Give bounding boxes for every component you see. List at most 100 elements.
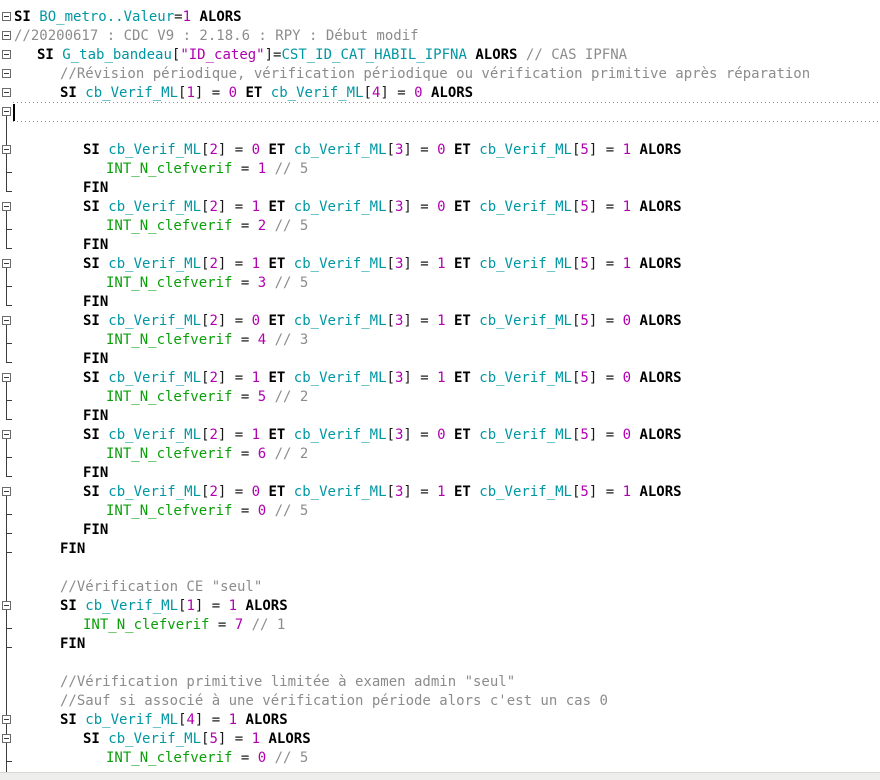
code-token: ] =	[403, 142, 437, 158]
fold-collapse-icon[interactable]	[2, 145, 11, 154]
code-line-25[interactable]: FIN	[0, 464, 880, 483]
code-line-15[interactable]: INT_N_clefverif = 3 // 5	[0, 274, 880, 293]
code-line-31[interactable]: //Vérification CE "seul"	[0, 578, 880, 597]
code-token: [	[387, 199, 395, 215]
code-line-22[interactable]: FIN	[0, 407, 880, 426]
fold-collapse-icon[interactable]	[2, 107, 11, 116]
code-token	[285, 484, 293, 500]
fold-collapse-icon[interactable]	[2, 373, 11, 382]
code-text: //Vérification primitive limitée à exame…	[60, 673, 515, 692]
fold-collapse-icon[interactable]	[2, 601, 11, 610]
code-line-10[interactable]: FIN	[0, 179, 880, 198]
code-token: cb_Verif_ML	[479, 199, 572, 215]
code-token: 7	[235, 617, 243, 633]
code-line-34[interactable]: FIN	[0, 635, 880, 654]
fold-collapse-icon[interactable]	[2, 69, 11, 78]
code-line-28[interactable]: FIN	[0, 521, 880, 540]
code-token: ALORS	[245, 598, 287, 614]
fold-collapse-icon[interactable]	[2, 430, 11, 439]
code-token: ] =	[589, 256, 623, 272]
code-line-39[interactable]: SI cb_Verif_ML[5] = 1 ALORS	[0, 730, 880, 749]
fold-guide-line	[6, 762, 7, 772]
code-line-33[interactable]: INT_N_clefverif = 7 // 1	[0, 616, 880, 635]
code-line-40[interactable]: INT_N_clefverif = 0 // 5	[0, 749, 880, 768]
code-token	[446, 199, 454, 215]
fold-end-line	[6, 515, 12, 534]
code-token: cb_Verif_ML	[294, 256, 387, 272]
code-token: ALORS	[431, 85, 473, 101]
code-text: FIN	[83, 521, 108, 540]
fold-collapse-icon[interactable]	[2, 734, 11, 743]
code-token: 0	[437, 142, 445, 158]
code-line-21[interactable]: INT_N_clefverif = 5 // 2	[0, 388, 880, 407]
code-line-30[interactable]	[0, 559, 880, 578]
code-line-24[interactable]: INT_N_clefverif = 6 // 2	[0, 445, 880, 464]
fold-collapse-icon[interactable]	[2, 12, 11, 21]
fold-collapse-icon[interactable]	[2, 487, 11, 496]
code-line-4[interactable]: //Révision périodique, vérification péri…	[0, 65, 880, 84]
code-line-27[interactable]: INT_N_clefverif = 0 // 5	[0, 502, 880, 521]
code-token: [	[387, 256, 395, 272]
code-token: // 5	[266, 750, 308, 766]
code-token: FIN	[83, 351, 108, 367]
fold-end-line	[6, 344, 12, 363]
code-line-36[interactable]: //Vérification primitive limitée à exame…	[0, 673, 880, 692]
code-token	[285, 256, 293, 272]
code-line-19[interactable]: FIN	[0, 350, 880, 369]
code-line-13[interactable]: FIN	[0, 236, 880, 255]
code-line-2[interactable]: //20200617 : CDC V9 : 2.18.6 : RPY : Déb…	[0, 27, 880, 46]
fold-collapse-icon[interactable]	[2, 316, 11, 325]
code-line-26[interactable]: SI cb_Verif_ML[2] = 0 ET cb_Verif_ML[3] …	[0, 483, 880, 502]
code-line-12[interactable]: INT_N_clefverif = 2 // 5	[0, 217, 880, 236]
code-line-35[interactable]	[0, 654, 880, 673]
code-line-38[interactable]: SI cb_Verif_ML[4] = 1 ALORS	[0, 711, 880, 730]
code-text: INT_N_clefverif = 6 // 2	[106, 445, 308, 464]
code-token: //20200617 : CDC V9 : 2.18.6 : RPY : Déb…	[14, 28, 419, 44]
fold-collapse-icon[interactable]	[2, 259, 11, 268]
code-token: ET	[268, 256, 285, 272]
code-line-11[interactable]: SI cb_Verif_ML[2] = 1 ET cb_Verif_ML[3] …	[0, 198, 880, 217]
code-line-23[interactable]: SI cb_Verif_ML[2] = 1 ET cb_Verif_ML[3] …	[0, 426, 880, 445]
code-line-32[interactable]: SI cb_Verif_ML[1] = 1 ALORS	[0, 597, 880, 616]
code-token: SI	[60, 598, 77, 614]
code-line-37[interactable]: //Sauf si associé à une vérification pér…	[0, 692, 880, 711]
code-line-5[interactable]: SI cb_Verif_ML[1] = 0 ET cb_Verif_ML[4] …	[0, 84, 880, 103]
code-token	[471, 142, 479, 158]
code-token: =	[232, 218, 257, 234]
code-token: =	[232, 389, 257, 405]
code-token: cb_Verif_ML	[479, 370, 572, 386]
fold-collapse-icon[interactable]	[2, 31, 11, 40]
fold-collapse-icon[interactable]	[2, 88, 11, 97]
code-editor[interactable]: SI BO_metro..Valeur=1 ALORS//20200617 : …	[0, 0, 880, 768]
code-line-14[interactable]: SI cb_Verif_ML[2] = 1 ET cb_Verif_ML[3] …	[0, 255, 880, 274]
code-token: ] =	[195, 85, 229, 101]
code-line-9[interactable]: INT_N_clefverif = 1 // 5	[0, 160, 880, 179]
code-line-17[interactable]: SI cb_Verif_ML[2] = 0 ET cb_Verif_ML[3] …	[0, 312, 880, 331]
fold-collapse-icon[interactable]	[2, 715, 11, 724]
code-line-20[interactable]: SI cb_Verif_ML[2] = 1 ET cb_Verif_ML[3] …	[0, 369, 880, 388]
fold-collapse-icon[interactable]	[2, 202, 11, 211]
code-line-16[interactable]: FIN	[0, 293, 880, 312]
code-line-7[interactable]	[0, 122, 880, 141]
fold-end-line	[6, 211, 12, 230]
fold-collapse-icon[interactable]	[2, 50, 11, 59]
code-token: SI	[83, 427, 100, 443]
code-text: //20200617 : CDC V9 : 2.18.6 : RPY : Déb…	[14, 27, 419, 46]
code-token: ] =	[218, 370, 252, 386]
code-token: INT_N_clefverif	[106, 389, 232, 405]
code-token: FIN	[83, 180, 108, 196]
horizontal-scrollbar-track[interactable]	[0, 772, 880, 780]
code-token: 4	[258, 332, 266, 348]
code-token: cb_Verif_ML	[479, 142, 572, 158]
code-line-1[interactable]: SI BO_metro..Valeur=1 ALORS	[0, 8, 880, 27]
code-token	[285, 427, 293, 443]
code-line-3[interactable]: SI G_tab_bandeau["ID_categ"]=CST_ID_CAT_…	[0, 46, 880, 65]
code-line-8[interactable]: SI cb_Verif_ML[2] = 0 ET cb_Verif_ML[3] …	[0, 141, 880, 160]
code-token: ET	[268, 142, 285, 158]
code-line-6[interactable]	[0, 103, 880, 122]
code-token	[446, 256, 454, 272]
code-text: SI cb_Verif_ML[2] = 1 ET cb_Verif_ML[3] …	[83, 198, 682, 217]
code-token: 1	[623, 199, 631, 215]
code-line-18[interactable]: INT_N_clefverif = 4 // 3	[0, 331, 880, 350]
code-line-29[interactable]: FIN	[0, 540, 880, 559]
